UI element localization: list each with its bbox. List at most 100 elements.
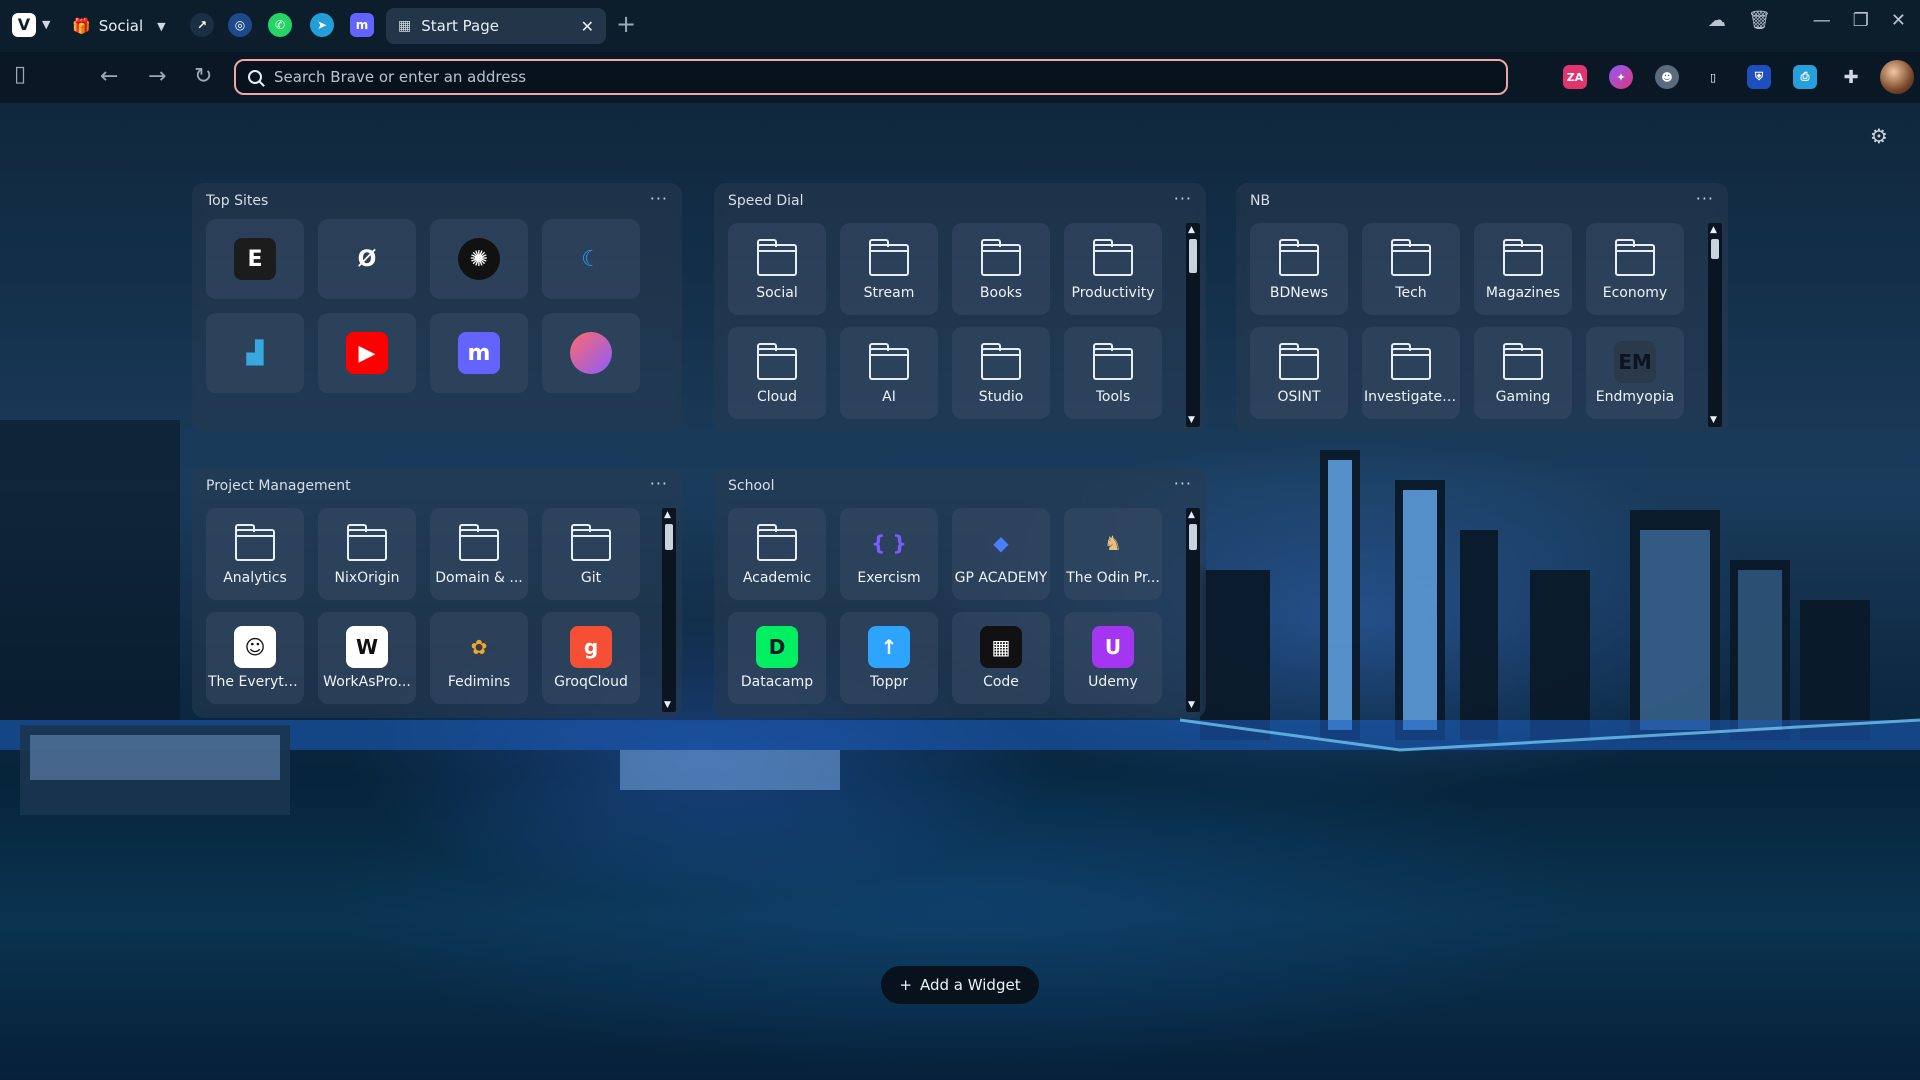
widget-more-menu-icon[interactable]: ···	[1696, 189, 1714, 208]
tile-exercism[interactable]: { } Exercism	[840, 508, 938, 600]
trash-icon[interactable]: 🗑	[1748, 10, 1771, 31]
extensions-puzzle-icon[interactable]: ✚	[1839, 65, 1863, 89]
tile-datacamp[interactable]: D Datacamp	[728, 612, 826, 704]
tile-economy[interactable]: Economy	[1586, 223, 1684, 315]
scroll-up-icon[interactable]: ▲	[664, 510, 671, 520]
scroll-up-icon[interactable]: ▲	[1188, 225, 1195, 235]
tile-label: Analytics	[223, 570, 287, 586]
panel-toggle-icon[interactable]: ▯	[14, 62, 26, 87]
school-scrollbar[interactable]: ▲ ▼	[1186, 508, 1200, 712]
top-site-tile[interactable]: Ø	[318, 219, 416, 299]
address-field[interactable]	[234, 59, 1508, 95]
sync-cloud-icon[interactable]: ☁	[1708, 10, 1726, 31]
forward-arrow-icon[interactable]: →	[148, 64, 166, 89]
nb-scrollbar[interactable]: ▲ ▼	[1708, 223, 1722, 427]
app-menu-chevron-icon[interactable]: ▼	[42, 18, 50, 31]
tile-label: Toppr	[869, 674, 909, 690]
tile-analytics[interactable]: Analytics	[206, 508, 304, 600]
tile-social[interactable]: Social	[728, 223, 826, 315]
folder-shape	[1503, 239, 1543, 276]
extension-bracket-icon[interactable]: ▯	[1701, 65, 1725, 89]
tile-udemy[interactable]: U Udemy	[1064, 612, 1162, 704]
restore-icon[interactable]: ❐	[1853, 10, 1869, 31]
tile-gp-academy[interactable]: ◆ GP ACADEMY	[952, 508, 1050, 600]
tile-endmyopia[interactable]: EM Endmyopia	[1586, 327, 1684, 419]
pinned-tab-telegram-icon[interactable]: ➤	[310, 13, 334, 37]
scrollbar-thumb[interactable]	[1189, 239, 1197, 273]
udemy-icon: U	[1092, 626, 1134, 668]
start-page-settings-gear-icon[interactable]: ⚙	[1870, 124, 1888, 148]
tile-cloud[interactable]: Cloud	[728, 327, 826, 419]
vivaldi-menu-icon[interactable]: V	[12, 13, 36, 37]
back-arrow-icon[interactable]: ←	[100, 64, 118, 89]
speed-dial-scrollbar[interactable]: ▲ ▼	[1186, 223, 1200, 427]
add-widget-button[interactable]: + Add a Widget	[881, 966, 1039, 1004]
pinned-tab-whatsapp-icon[interactable]: ✆	[268, 13, 292, 37]
folder-shape	[347, 524, 387, 561]
top-site-tile[interactable]: ☾	[542, 219, 640, 299]
scroll-up-icon[interactable]: ▲	[1710, 225, 1717, 235]
extension-shield-icon[interactable]: ⛨	[1747, 65, 1771, 89]
scrollbar-thumb[interactable]	[1189, 524, 1197, 550]
reload-icon[interactable]: ↻	[194, 64, 212, 89]
tile-domain[interactable]: Domain & ...	[430, 508, 528, 600]
tile-the-everyth[interactable]: ☺ The Everyth...	[206, 612, 304, 704]
tile-academic[interactable]: Academic	[728, 508, 826, 600]
widget-more-menu-icon[interactable]: ···	[650, 189, 668, 208]
tile-tools[interactable]: Tools	[1064, 327, 1162, 419]
scrollbar-thumb[interactable]	[665, 524, 673, 550]
tile-gaming[interactable]: Gaming	[1474, 327, 1572, 419]
top-site-tile[interactable]: ▶	[318, 313, 416, 393]
tile-productivity[interactable]: Productivity	[1064, 223, 1162, 315]
tile-tech[interactable]: Tech	[1362, 223, 1460, 315]
scroll-down-icon[interactable]: ▼	[664, 700, 671, 710]
tile-groqcloud[interactable]: g GroqCloud	[542, 612, 640, 704]
top-site-tile[interactable]: ▟	[206, 313, 304, 393]
top-site-tile[interactable]: E	[206, 219, 304, 299]
scroll-up-icon[interactable]: ▲	[1188, 510, 1195, 520]
address-input[interactable]	[274, 68, 1474, 86]
folder-icon	[1614, 237, 1656, 279]
tile-nixorigin[interactable]: NixOrigin	[318, 508, 416, 600]
workspace-switcher[interactable]: 🎁 Social ▼	[72, 14, 166, 38]
widget-more-menu-icon[interactable]: ···	[1174, 189, 1192, 208]
top-site-tile[interactable]: m	[430, 313, 528, 393]
tile-magazines[interactable]: Magazines	[1474, 223, 1572, 315]
pinned-tab-feather-icon[interactable]: ↗	[190, 13, 214, 37]
tile-git[interactable]: Git	[542, 508, 640, 600]
avatar[interactable]	[1880, 60, 1914, 94]
scrollbar-thumb[interactable]	[1711, 239, 1719, 259]
tab-start-page[interactable]: ▦ Start Page ✕	[386, 8, 606, 44]
tile-studio[interactable]: Studio	[952, 327, 1050, 419]
tile-the-odin-pr[interactable]: ♞ The Odin Pr...	[1064, 508, 1162, 600]
tile-fedimins[interactable]: ✿ Fedimins	[430, 612, 528, 704]
widget-more-menu-icon[interactable]: ···	[650, 474, 668, 493]
extension-bot-icon[interactable]: ☻	[1655, 65, 1679, 89]
tab-close-icon[interactable]: ✕	[581, 17, 594, 36]
tile-label: BDNews	[1269, 285, 1329, 301]
tile-stream[interactable]: Stream	[840, 223, 938, 315]
tile-osint[interactable]: OSINT	[1250, 327, 1348, 419]
new-tab-plus-icon[interactable]: +	[616, 10, 636, 38]
project-management-scrollbar[interactable]: ▲ ▼	[662, 508, 676, 712]
tile-code[interactable]: ▦ Code	[952, 612, 1050, 704]
window-close-icon[interactable]: ✕	[1891, 10, 1906, 31]
extension-brain-icon[interactable]: ✦	[1609, 65, 1633, 89]
pinned-tab-mastodon-icon[interactable]: m	[350, 13, 374, 37]
pinned-tab-edge-icon[interactable]: ◎	[228, 13, 252, 37]
top-site-tile[interactable]: ◐	[542, 313, 640, 393]
extension-printer-icon[interactable]: ⎙	[1793, 65, 1817, 89]
top-site-tile[interactable]: ✺	[430, 219, 528, 299]
tile-books[interactable]: Books	[952, 223, 1050, 315]
tile-workaspro[interactable]: W WorkAsPro...	[318, 612, 416, 704]
widget-more-menu-icon[interactable]: ···	[1174, 474, 1192, 493]
extension-pink-icon[interactable]: ZA	[1563, 65, 1587, 89]
tile-ai[interactable]: AI	[840, 327, 938, 419]
minimize-icon[interactable]: —	[1813, 10, 1831, 31]
tile-bdnews[interactable]: BDNews	[1250, 223, 1348, 315]
tile-investigate[interactable]: Investigate ...	[1362, 327, 1460, 419]
scroll-down-icon[interactable]: ▼	[1188, 415, 1195, 425]
tile-toppr[interactable]: ↑ Toppr	[840, 612, 938, 704]
scroll-down-icon[interactable]: ▼	[1188, 700, 1195, 710]
scroll-down-icon[interactable]: ▼	[1710, 415, 1717, 425]
